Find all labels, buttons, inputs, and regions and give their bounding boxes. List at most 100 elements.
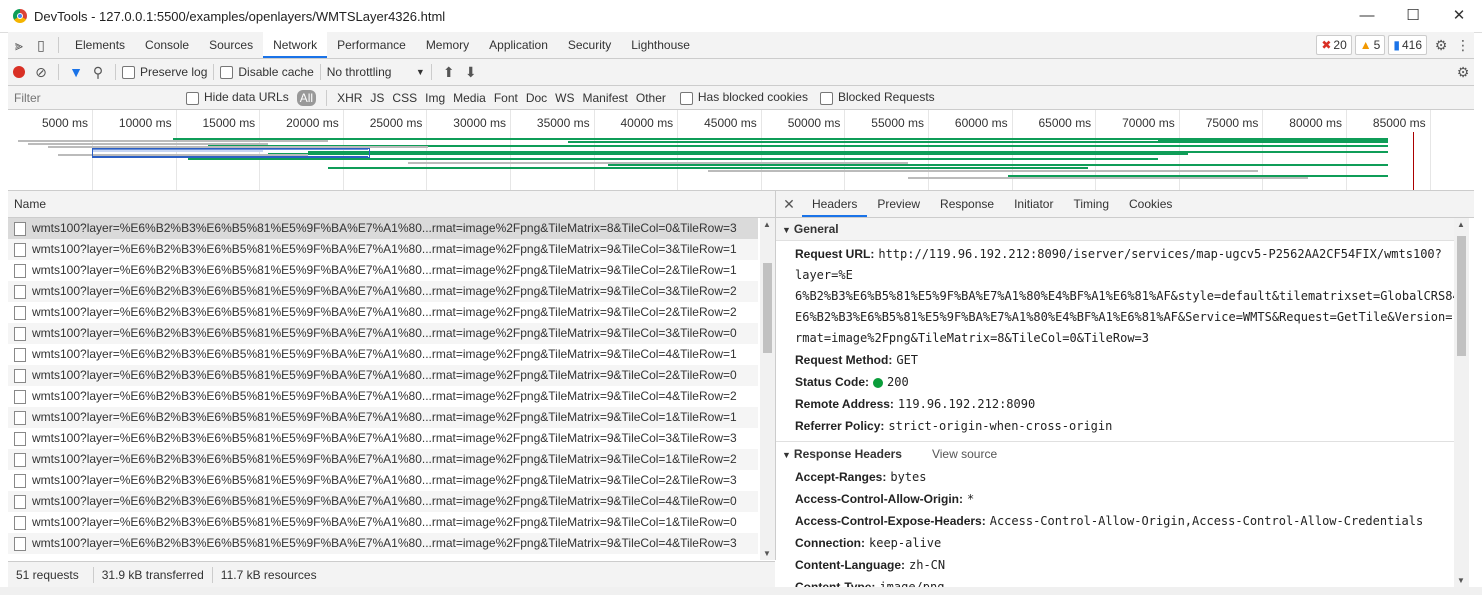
warning-badge[interactable]: ▲ 5 [1354, 35, 1386, 55]
table-row[interactable]: wmts100?layer=%E6%B2%B3%E6%B5%81%E5%9F%B… [8, 449, 758, 470]
general-section-header[interactable]: ▼ General [776, 218, 1456, 241]
tab-performance[interactable]: Performance [327, 32, 416, 58]
message-count: 416 [1401, 38, 1422, 52]
filter-input[interactable] [12, 88, 176, 107]
filter-type-css[interactable]: CSS [392, 91, 417, 105]
scroll-up-icon[interactable]: ▲ [763, 220, 771, 229]
filter-type-xhr[interactable]: XHR [337, 91, 362, 105]
maximize-icon[interactable]: ☐ [1390, 0, 1436, 30]
request-method-row: Request Method: GET [776, 349, 1456, 371]
filter-type-ws[interactable]: WS [555, 91, 574, 105]
filter-type-img[interactable]: Img [425, 91, 445, 105]
filter-icon[interactable]: ▼ [65, 61, 87, 83]
close-detail-icon[interactable]: ✕ [776, 193, 802, 215]
warning-icon: ▲ [1359, 38, 1372, 52]
record-icon[interactable] [8, 61, 30, 83]
search-icon[interactable]: ⚲ [87, 61, 109, 83]
export-har-icon[interactable]: ⬇ [460, 61, 482, 83]
scroll-up-icon[interactable]: ▲ [1457, 220, 1465, 229]
tab-elements[interactable]: Elements [65, 32, 135, 58]
request-name: wmts100?layer=%E6%B2%B3%E6%B5%81%E5%9F%B… [32, 347, 737, 361]
error-badge[interactable]: ✖ 20 [1316, 35, 1352, 55]
timeline-bar [708, 170, 1258, 172]
disable-cache-checkbox[interactable]: Disable cache [220, 65, 314, 80]
more-options-icon[interactable]: ⋮ [1452, 34, 1474, 56]
scrollbar-thumb[interactable] [763, 263, 772, 353]
view-source-link[interactable]: View source [932, 447, 997, 461]
name-column-header[interactable]: Name [8, 191, 775, 218]
table-row[interactable]: wmts100?layer=%E6%B2%B3%E6%B5%81%E5%9F%B… [8, 407, 758, 428]
tab-console[interactable]: Console [135, 32, 199, 58]
tab-security[interactable]: Security [558, 32, 621, 58]
table-row[interactable]: wmts100?layer=%E6%B2%B3%E6%B5%81%E5%9F%B… [8, 260, 758, 281]
tab-response[interactable]: Response [930, 191, 1004, 217]
filter-type-other[interactable]: Other [636, 91, 666, 105]
tab-cookies[interactable]: Cookies [1119, 191, 1182, 217]
minimize-icon[interactable]: — [1344, 0, 1390, 30]
request-name: wmts100?layer=%E6%B2%B3%E6%B5%81%E5%9F%B… [32, 536, 737, 550]
file-icon [14, 494, 26, 509]
tab-network[interactable]: Network [263, 32, 328, 58]
filter-type-font[interactable]: Font [494, 91, 518, 105]
divider [326, 89, 328, 106]
table-row[interactable]: wmts100?layer=%E6%B2%B3%E6%B5%81%E5%9F%B… [8, 533, 758, 554]
filter-type-manifest[interactable]: Manifest [583, 91, 628, 105]
divider [58, 37, 59, 53]
scrollbar-thumb[interactable] [1457, 236, 1466, 356]
filter-type-media[interactable]: Media [453, 91, 486, 105]
clear-icon[interactable]: ⊘ [30, 61, 52, 83]
error-icon: ✖ [1321, 38, 1332, 52]
table-row[interactable]: wmts100?layer=%E6%B2%B3%E6%B5%81%E5%9F%B… [8, 491, 758, 512]
filter-type-js[interactable]: JS [370, 91, 384, 105]
table-row[interactable]: wmts100?layer=%E6%B2%B3%E6%B5%81%E5%9F%B… [8, 428, 758, 449]
request-url-value: http://119.96.192.212:8090/iserver/servi… [795, 247, 1442, 282]
filter-type-all[interactable]: All [296, 89, 317, 106]
network-status-bar: 51 requests 31.9 kB transferred 11.7 kB … [8, 561, 775, 588]
detail-scrollbar[interactable]: ▲ ▼ [1454, 218, 1469, 587]
tab-application[interactable]: Application [479, 32, 558, 58]
hide-data-urls-checkbox[interactable]: Hide data URLs [186, 90, 289, 105]
table-row[interactable]: wmts100?layer=%E6%B2%B3%E6%B5%81%E5%9F%B… [8, 512, 758, 533]
tab-lighthouse[interactable]: Lighthouse [621, 32, 700, 58]
table-row[interactable]: wmts100?layer=%E6%B2%B3%E6%B5%81%E5%9F%B… [8, 302, 758, 323]
settings-gear-icon[interactable]: ⚙ [1430, 34, 1452, 56]
response-headers-section-header[interactable]: ▼ Response Headers View source [776, 442, 1456, 466]
header-value: bytes [890, 470, 927, 484]
request-list-scrollbar[interactable]: ▲ ▼ [760, 218, 775, 560]
blocked-requests-checkbox[interactable]: Blocked Requests [819, 90, 935, 105]
network-settings-gear-icon[interactable]: ⚙ [1452, 61, 1474, 83]
message-badge[interactable]: ▮ 416 [1388, 35, 1427, 55]
import-har-icon[interactable]: ⬆ [438, 61, 460, 83]
tab-memory[interactable]: Memory [416, 32, 479, 58]
tab-initiator[interactable]: Initiator [1004, 191, 1063, 217]
header-value: keep-alive [869, 536, 942, 550]
timeline-selection[interactable] [92, 148, 370, 158]
table-row[interactable]: wmts100?layer=%E6%B2%B3%E6%B5%81%E5%9F%B… [8, 323, 758, 344]
table-row[interactable]: wmts100?layer=%E6%B2%B3%E6%B5%81%E5%9F%B… [8, 365, 758, 386]
has-blocked-cookies-checkbox[interactable]: Has blocked cookies [679, 90, 808, 105]
scroll-down-icon[interactable]: ▼ [1457, 576, 1465, 585]
timeline-tick-label: 90 [1429, 116, 1474, 130]
table-row[interactable]: wmts100?layer=%E6%B2%B3%E6%B5%81%E5%9F%B… [8, 386, 758, 407]
timeline-overview[interactable]: 5000 ms 10000 ms 15000 ms 20000 ms 25000 ms 3… [8, 110, 1474, 191]
table-row[interactable]: wmts100?layer=%E6%B2%B3%E6%B5%81%E5%9F%B… [8, 344, 758, 365]
filter-type-doc[interactable]: Doc [526, 91, 547, 105]
table-row[interactable]: wmts100?layer=%E6%B2%B3%E6%B5%81%E5%9F%B… [8, 218, 758, 239]
divider [211, 567, 213, 583]
table-row[interactable]: wmts100?layer=%E6%B2%B3%E6%B5%81%E5%9F%B… [8, 239, 758, 260]
table-row[interactable]: wmts100?layer=%E6%B2%B3%E6%B5%81%E5%9F%B… [8, 470, 758, 491]
table-row[interactable]: wmts100?layer=%E6%B2%B3%E6%B5%81%E5%9F%B… [8, 281, 758, 302]
request-count: 51 requests [16, 568, 79, 582]
scroll-down-icon[interactable]: ▼ [763, 549, 771, 558]
general-title: General [793, 222, 839, 236]
tab-headers[interactable]: Headers [802, 191, 868, 217]
tab-timing[interactable]: Timing [1063, 191, 1119, 217]
tab-sources[interactable]: Sources [199, 32, 263, 58]
tab-preview[interactable]: Preview [867, 191, 930, 217]
throttling-select[interactable]: No throttling ▼ [327, 65, 425, 79]
inspect-element-icon[interactable]: ⫸ [8, 34, 30, 56]
device-toolbar-icon[interactable]: ▯ [30, 34, 52, 56]
close-icon[interactable]: ✕ [1436, 0, 1482, 30]
preserve-log-checkbox[interactable]: Preserve log [122, 65, 207, 80]
request-name: wmts100?layer=%E6%B2%B3%E6%B5%81%E5%9F%B… [32, 368, 737, 382]
